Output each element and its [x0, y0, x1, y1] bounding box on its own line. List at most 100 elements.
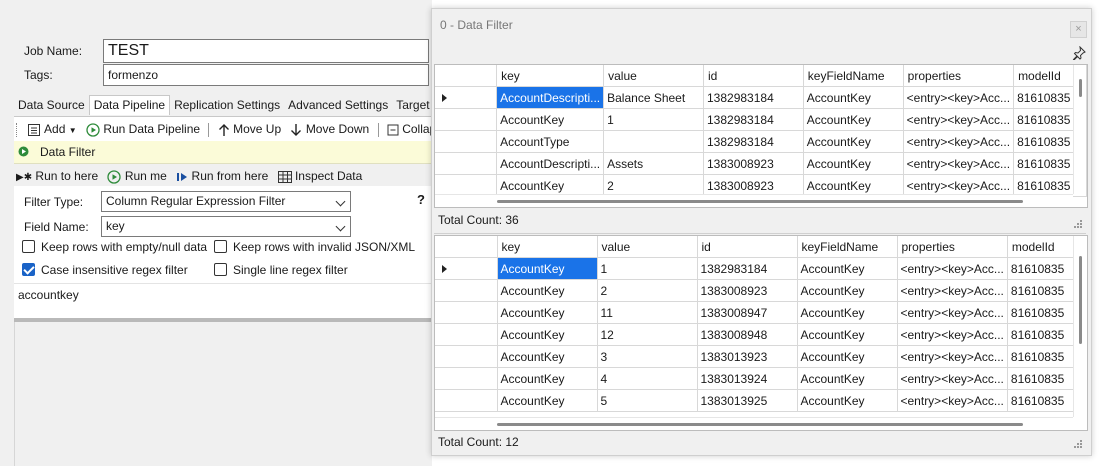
table-cell[interactable]: AccountType — [496, 130, 605, 153]
column-header[interactable]: modelId — [1007, 236, 1081, 258]
column-header[interactable]: keyFieldName — [803, 65, 904, 87]
vertical-scrollbar[interactable] — [1073, 65, 1086, 194]
row-header[interactable] — [435, 345, 498, 368]
row-header[interactable] — [435, 279, 498, 302]
table-cell[interactable] — [603, 130, 704, 153]
table-cell[interactable]: AccountKey — [797, 301, 898, 324]
table-cell[interactable]: 1383008923 — [697, 279, 798, 302]
tab-data-source[interactable]: Data Source — [14, 96, 89, 115]
table-row[interactable]: AccountDescripti... Assets 1383008923 Accou… — [435, 152, 1087, 175]
resize-grip-icon[interactable] — [1074, 440, 1083, 449]
table-cell[interactable]: 1382983184 — [703, 108, 804, 131]
resize-grip-icon[interactable] — [1074, 220, 1083, 229]
vertical-scrollbar[interactable] — [1073, 236, 1086, 417]
column-header[interactable]: key — [496, 65, 605, 87]
table-cell[interactable]: 12 — [597, 323, 698, 346]
table-cell[interactable]: 81610835 — [1007, 323, 1081, 346]
pipeline-step-data-filter[interactable]: Data Filter — [14, 141, 432, 164]
horizontal-scrollbar[interactable] — [435, 194, 1073, 207]
scroll-thumb[interactable] — [1079, 256, 1082, 344]
filter-type-select[interactable]: Column Regular Expression Filter — [101, 191, 351, 212]
single-line-checkbox[interactable] — [214, 263, 227, 276]
table-cell[interactable]: 81610835 — [1007, 257, 1081, 280]
table-cell[interactable]: 1382983184 — [703, 130, 804, 153]
column-header[interactable]: value — [603, 65, 704, 87]
row-header[interactable] — [435, 152, 498, 175]
table-cell[interactable]: 3 — [597, 345, 698, 368]
table-row[interactable]: AccountDescripti... Balance Sheet 13829831… — [435, 86, 1087, 109]
pin-icon[interactable] — [1072, 46, 1086, 60]
table-cell[interactable]: <entry><key>Acc... — [897, 279, 1008, 302]
table-cell[interactable]: AccountKey — [803, 152, 904, 175]
table-cell[interactable]: 1383008923 — [703, 152, 804, 175]
table-row[interactable]: AccountKey 5 1383013925 AccountKey <entry><k… — [435, 389, 1081, 412]
table-cell[interactable]: AccountKey — [797, 367, 898, 390]
table-cell[interactable]: 81610835 — [1007, 367, 1081, 390]
scroll-thumb[interactable] — [1079, 79, 1082, 97]
row-header[interactable] — [435, 367, 498, 390]
column-header[interactable]: properties — [903, 65, 1015, 87]
table-cell[interactable]: AccountKey — [497, 301, 598, 324]
table-cell[interactable]: <entry><key>Acc... — [897, 257, 1008, 280]
table-cell[interactable]: 1 — [603, 108, 704, 131]
table-cell[interactable]: 1383013923 — [697, 345, 798, 368]
table-cell[interactable]: AccountKey — [797, 257, 898, 280]
table-cell[interactable]: <entry><key>Acc... — [903, 86, 1015, 109]
case-insensitive-checkbox[interactable] — [22, 263, 35, 276]
row-header[interactable] — [435, 301, 498, 324]
table-cell[interactable]: AccountKey — [803, 86, 904, 109]
table-cell[interactable]: <entry><key>Acc... — [903, 130, 1015, 153]
scroll-thumb[interactable] — [497, 200, 1023, 203]
table-cell[interactable]: AccountKey — [797, 323, 898, 346]
tab-advanced-settings[interactable]: Advanced Settings — [284, 96, 392, 115]
table-cell[interactable]: AccountDescripti... — [496, 86, 605, 109]
tags-input[interactable]: formenzo — [103, 64, 429, 86]
run-data-pipeline-button[interactable]: Run Data Pipeline — [83, 117, 203, 141]
table-cell[interactable]: AccountKey — [803, 108, 904, 131]
table-row[interactable]: AccountType 1382983184 AccountKey <entry><k… — [435, 130, 1087, 153]
table-row[interactable]: AccountKey 1 1382983184 AccountKey <entry><k… — [435, 108, 1087, 131]
column-header[interactable]: value — [597, 236, 698, 258]
table-cell[interactable]: AccountKey — [497, 323, 598, 346]
table-cell[interactable]: <entry><key>Acc... — [897, 323, 1008, 346]
table-cell[interactable]: 1383013925 — [697, 389, 798, 412]
table-cell[interactable]: 1382983184 — [703, 86, 804, 109]
help-icon[interactable]: ? — [417, 192, 425, 207]
row-header[interactable] — [435, 130, 498, 153]
table-row[interactable]: AccountKey 1 1382983184 AccountKey <entry><k… — [435, 257, 1081, 280]
table-cell[interactable]: 2 — [597, 279, 698, 302]
table-row[interactable]: AccountKey 3 1383013923 AccountKey <entry><k… — [435, 345, 1081, 368]
field-name-select[interactable]: key — [101, 216, 351, 237]
table-cell[interactable]: 81610835 — [1007, 345, 1081, 368]
run-me-button[interactable]: Run me — [104, 164, 169, 188]
table-cell[interactable]: 1383008948 — [697, 323, 798, 346]
table-cell[interactable]: Balance Sheet — [603, 86, 704, 109]
row-header[interactable] — [435, 108, 498, 131]
inspect-data-button[interactable]: Inspect Data — [275, 164, 366, 188]
row-header[interactable] — [435, 86, 498, 109]
table-cell[interactable]: 11 — [597, 301, 698, 324]
tab-data-pipeline[interactable]: Data Pipeline — [88, 95, 171, 115]
table-cell[interactable]: AccountKey — [797, 279, 898, 302]
move-down-button[interactable]: Move Down — [287, 117, 372, 141]
table-cell[interactable]: <entry><key>Acc... — [903, 108, 1015, 131]
job-name-input[interactable]: TEST — [103, 39, 429, 63]
table-row[interactable]: AccountKey 12 1383008948 AccountKey <entry><… — [435, 323, 1081, 346]
table-cell[interactable]: <entry><key>Acc... — [897, 367, 1008, 390]
move-up-button[interactable]: Move Up — [215, 117, 284, 141]
scroll-thumb[interactable] — [497, 423, 1023, 426]
tab-target-system[interactable]: Target Syste — [392, 96, 432, 115]
table-cell[interactable]: 81610835 — [1007, 301, 1081, 324]
table-cell[interactable]: AccountKey — [803, 130, 904, 153]
table-cell[interactable]: AccountKey — [497, 257, 598, 280]
table-row[interactable]: AccountKey 4 1383013924 AccountKey <entry><k… — [435, 367, 1081, 390]
table-cell[interactable]: Assets — [603, 152, 704, 175]
table-cell[interactable]: AccountKey — [497, 345, 598, 368]
row-header[interactable] — [435, 257, 498, 280]
close-button[interactable]: × — [1070, 21, 1087, 38]
table-cell[interactable]: 4 — [597, 367, 698, 390]
table-cell[interactable]: AccountKey — [497, 389, 598, 412]
table-cell[interactable]: <entry><key>Acc... — [903, 152, 1015, 175]
table-cell[interactable]: 1382983184 — [697, 257, 798, 280]
run-to-here-button[interactable]: ▶✱ Run to here — [14, 164, 101, 188]
